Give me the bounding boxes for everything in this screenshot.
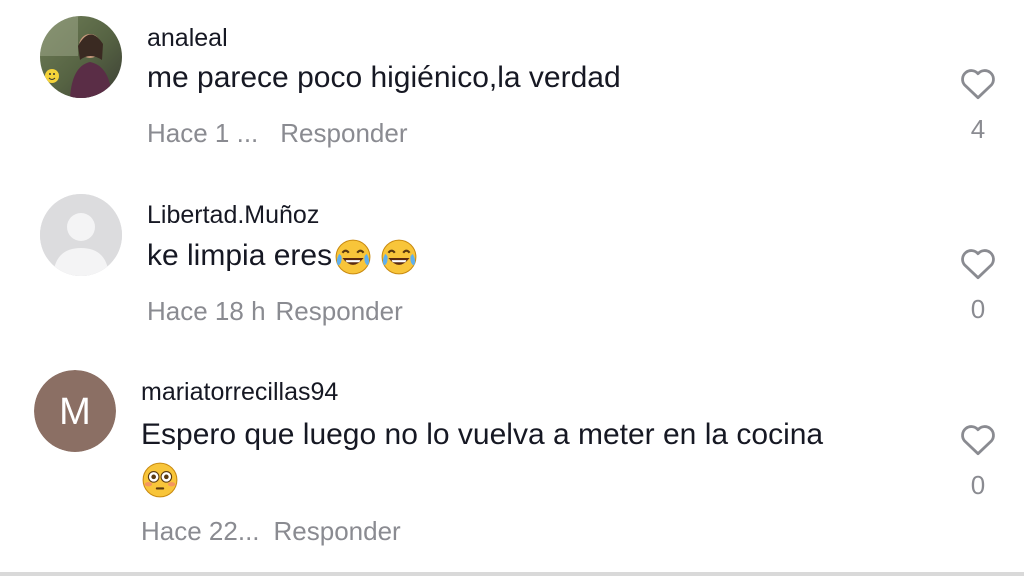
- bottom-divider: [0, 572, 1024, 576]
- comment-meta: Hace 1 ... Responder: [147, 118, 407, 149]
- like-count: 0: [970, 470, 986, 500]
- comment-timestamp: Hace 1 ...: [147, 118, 259, 148]
- reply-button[interactable]: Responder: [274, 516, 401, 546]
- avatar[interactable]: [40, 16, 122, 98]
- flushed-face-icon: [142, 462, 178, 498]
- avatar[interactable]: [40, 194, 122, 276]
- comment-list: analeal me parece poco higiénico,la verd…: [0, 0, 1024, 576]
- comment-text: ke limpia eres: [147, 234, 418, 278]
- letter-avatar-icon: M: [34, 370, 116, 452]
- comment-timestamp: Hace 22...: [141, 516, 260, 546]
- avatar-photo-icon: [40, 16, 122, 98]
- comment-text: Espero que luego no lo vuelva a meter en…: [141, 413, 823, 501]
- reply-button[interactable]: Responder: [276, 296, 403, 326]
- face-with-tears-of-joy-icon: [335, 239, 371, 275]
- comment-text: me parece poco higiénico,la verdad: [147, 56, 621, 100]
- comment-item: analeal me parece poco higiénico,la verd…: [0, 0, 1024, 176]
- comment-text-body: me parece poco higiénico,la verdad: [147, 61, 621, 94]
- like-count: 0: [970, 294, 986, 324]
- comment-text-body: Espero que luego no lo vuelva a meter en…: [141, 418, 824, 451]
- heart-icon[interactable]: [959, 246, 997, 280]
- like-control: 4: [954, 66, 1002, 145]
- comment-username[interactable]: mariatorrecillas94: [141, 378, 338, 407]
- like-count: 4: [970, 114, 986, 144]
- avatar[interactable]: M: [34, 370, 116, 452]
- comment-text-body: ke limpia eres: [147, 239, 333, 272]
- face-with-tears-of-joy-icon: [381, 239, 417, 275]
- avatar-letter: M: [59, 391, 91, 433]
- comment-timestamp: Hace 18 h: [147, 296, 266, 326]
- comment-username[interactable]: analeal: [147, 24, 228, 53]
- like-control: 0: [954, 246, 1002, 325]
- reply-button[interactable]: Responder: [280, 118, 407, 148]
- comment-item: Libertad.Muñoz ke limpia eres Hace 18 h …: [0, 176, 1024, 354]
- heart-icon[interactable]: [959, 66, 997, 100]
- heart-icon[interactable]: [959, 422, 997, 456]
- comment-meta: Hace 22... Responder: [141, 516, 401, 547]
- like-control: 0: [954, 422, 1002, 501]
- default-user-icon: [40, 194, 122, 276]
- comment-item: M mariatorrecillas94 Espero que luego no…: [0, 354, 1024, 572]
- comment-meta: Hace 18 h Responder: [147, 296, 403, 327]
- comment-username[interactable]: Libertad.Muñoz: [147, 201, 319, 230]
